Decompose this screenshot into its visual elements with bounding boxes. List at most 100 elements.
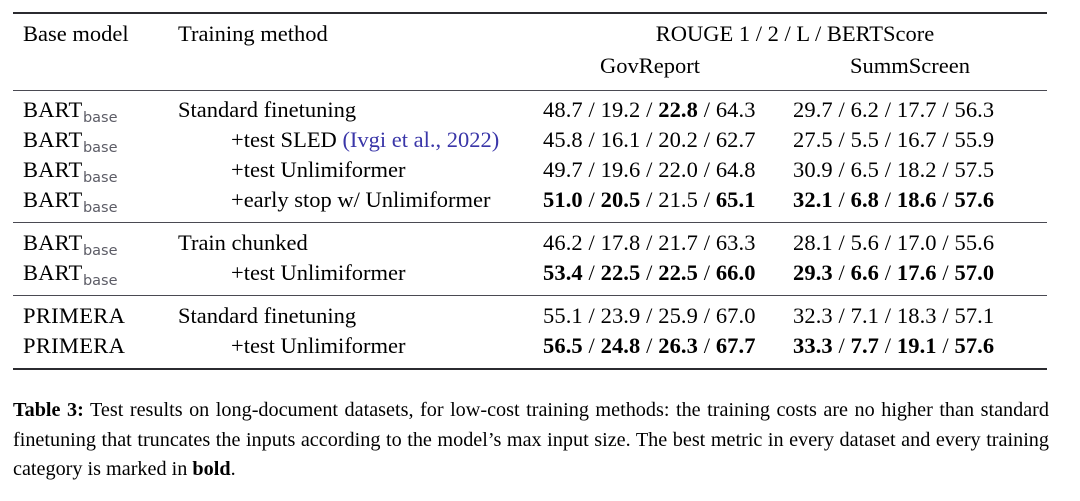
cell-govreport-metrics: 55.1 / 23.9 / 25.9 / 67.0: [543, 303, 793, 329]
govreport-value: 49.7: [543, 157, 583, 182]
results-table: Base model Training method ROUGE 1 / 2 /…: [13, 12, 1047, 370]
cell-base-model: PRIMERA: [23, 303, 126, 328]
summscreen-value: 5.5: [850, 127, 880, 152]
summscreen-value: 55.9: [954, 127, 995, 152]
summscreen-value: 32.3: [793, 303, 833, 328]
table-caption: Table 3: Test results on long-document d…: [13, 396, 1049, 485]
table-figure-page: Base model Training method ROUGE 1 / 2 /…: [0, 0, 1080, 501]
govreport-value: 20.2: [658, 127, 698, 152]
govreport-value: 19.2: [600, 97, 641, 122]
summscreen-value: 57.6: [954, 333, 995, 358]
summscreen-value: 57.6: [954, 187, 995, 212]
cell-govreport-metrics: 48.7 / 19.2 / 22.8 / 64.3: [543, 97, 793, 123]
summscreen-value: 7.1: [850, 303, 880, 328]
column-header-training-method: Training method: [178, 21, 328, 46]
metric-separator: /: [646, 230, 653, 255]
summscreen-value: 33.3: [793, 333, 833, 358]
table-row: PRIMERA Standard finetuning 55.1 / 23.9 / …: [13, 303, 1047, 333]
metric-separator: /: [703, 187, 711, 212]
header-row-primary: Base model Training method ROUGE 1 / 2 /…: [13, 21, 1047, 53]
cell-govreport-metrics: 53.4 / 22.5 / 22.5 / 66.0: [543, 260, 793, 286]
summscreen-value: 57.0: [954, 260, 995, 285]
metric-separator: /: [884, 187, 892, 212]
metric-separator: /: [838, 303, 845, 328]
training-method-label: +test Unlimiformer: [231, 260, 406, 285]
table-row: BARTbase Train chunked 46.2 / 17.8 / 21.7 …: [13, 230, 1047, 260]
govreport-value: 56.5: [543, 333, 583, 358]
cell-govreport-metrics: 45.8 / 16.1 / 20.2 / 62.7: [543, 127, 793, 153]
metric-separator: /: [942, 157, 949, 182]
metric-separator: /: [588, 97, 595, 122]
govreport-value: 20.5: [600, 187, 641, 212]
citation-link[interactable]: (Ivgi et al., 2022): [342, 127, 499, 152]
summscreen-value: 18.2: [896, 157, 937, 182]
govreport-value: 51.0: [543, 187, 583, 212]
table-bottom-rule: [13, 368, 1047, 370]
table-block: PRIMERA Standard finetuning 55.1 / 23.9 / …: [13, 296, 1047, 368]
metric-separator: /: [646, 187, 653, 212]
metric-separator: /: [942, 97, 949, 122]
table-row: BARTbase Standard finetuning 48.7 / 19.2 /…: [13, 97, 1047, 127]
metric-separator: /: [838, 230, 845, 255]
cell-base-model: BARTbase: [23, 260, 118, 289]
cell-summscreen-metrics: 29.7 / 6.2 / 17.7 / 56.3: [793, 97, 1047, 123]
metric-separator: /: [703, 303, 711, 328]
caption-label: Table 3:: [13, 399, 84, 421]
metric-separator: /: [703, 127, 711, 152]
table-row: BARTbase +test SLED (Ivgi et al., 2022) 45…: [13, 127, 1047, 157]
metric-separator: /: [588, 260, 595, 285]
cell-base-model: BARTbase: [23, 187, 118, 216]
cell-govreport-metrics: 51.0 / 20.5 / 21.5 / 65.1: [543, 187, 793, 213]
column-header-govreport: GovReport: [600, 53, 700, 78]
table-row: PRIMERA +test Unlimiformer 56.5 / 24.8 / 2…: [13, 333, 1047, 363]
govreport-value: 64.8: [715, 157, 756, 182]
metric-separator: /: [942, 260, 949, 285]
cell-training-method: Standard finetuning: [178, 97, 543, 123]
metric-separator: /: [942, 333, 949, 358]
cell-training-method: Standard finetuning: [178, 303, 543, 329]
summscreen-value: 17.6: [896, 260, 937, 285]
summscreen-value: 17.0: [896, 230, 937, 255]
cell-summscreen-metrics: 28.1 / 5.6 / 17.0 / 55.6: [793, 230, 1047, 256]
summscreen-value: 6.8: [850, 187, 880, 212]
metric-separator: /: [588, 127, 595, 152]
govreport-value: 65.1: [715, 187, 756, 212]
govreport-value: 55.1: [543, 303, 583, 328]
metric-separator: /: [703, 333, 711, 358]
metric-separator: /: [884, 97, 892, 122]
govreport-value: 22.5: [658, 260, 698, 285]
column-header-metrics: ROUGE 1 / 2 / L / BERTScore: [655, 21, 935, 46]
summscreen-value: 28.1: [793, 230, 833, 255]
metric-separator: /: [838, 97, 845, 122]
metric-separator: /: [703, 260, 711, 285]
summscreen-value: 6.5: [850, 157, 880, 182]
summscreen-value: 56.3: [954, 97, 995, 122]
cell-base-model: BARTbase: [23, 157, 118, 186]
cell-summscreen-metrics: 33.3 / 7.7 / 19.1 / 57.6: [793, 333, 1047, 359]
metric-separator: /: [884, 333, 892, 358]
summscreen-value: 57.5: [954, 157, 995, 182]
training-method-label: +test SLED: [231, 127, 343, 152]
govreport-value: 67.7: [715, 333, 756, 358]
training-method-label: +test Unlimiformer: [231, 333, 406, 358]
cell-summscreen-metrics: 32.3 / 7.1 / 18.3 / 57.1: [793, 303, 1047, 329]
cell-training-method: +test Unlimiformer: [178, 333, 543, 359]
header-row-datasets: GovReport SummScreen: [13, 53, 1047, 85]
metric-separator: /: [646, 260, 653, 285]
govreport-value: 53.4: [543, 260, 583, 285]
cell-base-model: BARTbase: [23, 230, 118, 259]
metric-separator: /: [884, 260, 892, 285]
summscreen-value: 6.2: [850, 97, 880, 122]
govreport-value: 45.8: [543, 127, 583, 152]
training-method-label: Standard finetuning: [178, 303, 357, 328]
metric-separator: /: [646, 127, 653, 152]
govreport-value: 67.0: [715, 303, 756, 328]
metric-separator: /: [942, 187, 949, 212]
summscreen-value: 29.7: [793, 97, 833, 122]
summscreen-value: 19.1: [896, 333, 937, 358]
govreport-value: 22.5: [600, 260, 641, 285]
table-header: Base model Training method ROUGE 1 / 2 /…: [13, 14, 1047, 90]
cell-base-model: PRIMERA: [23, 333, 126, 358]
summscreen-value: 30.9: [793, 157, 833, 182]
metric-separator: /: [884, 157, 892, 182]
